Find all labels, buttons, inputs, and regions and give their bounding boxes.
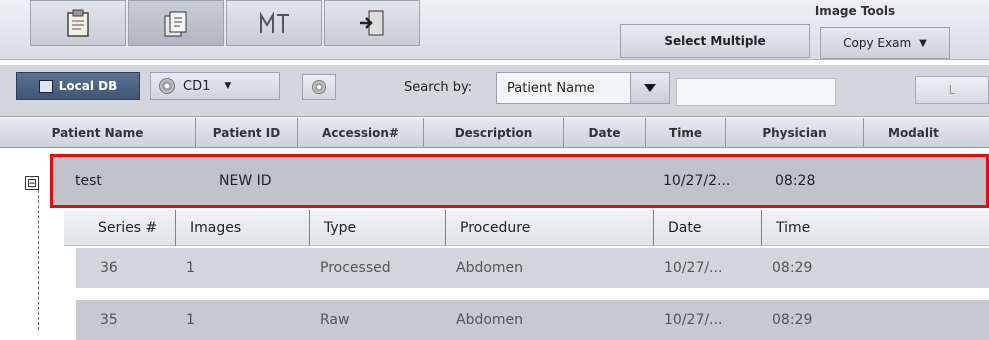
column-header-images[interactable]: Images xyxy=(176,210,310,246)
source-search-bar xyxy=(0,65,989,117)
patient-id-tool-button[interactable] xyxy=(226,0,322,46)
series-type: Processed xyxy=(320,260,391,276)
patient-table-header: Patient Name Patient ID Accession# Descr… xyxy=(0,118,989,148)
series-row[interactable]: 35 1 Raw Abdomen 10/27/... 08:29 xyxy=(76,300,989,340)
copy-exam-label: Copy Exam xyxy=(843,36,912,50)
column-header-physician[interactable]: Physician xyxy=(726,118,864,148)
column-header-modality[interactable]: Modalit xyxy=(864,118,989,148)
series-row[interactable]: 36 1 Processed Abdomen 10/27/... 08:29 xyxy=(76,248,989,288)
database-icon xyxy=(38,79,53,93)
export-tool-button[interactable] xyxy=(324,0,420,46)
collapse-icon[interactable]: ⊟ xyxy=(25,176,39,190)
clipboard-tool-button[interactable] xyxy=(30,0,126,46)
tree-connector xyxy=(38,180,39,330)
column-header-series-time[interactable]: Time xyxy=(762,210,989,246)
search-field-value: Patient Name xyxy=(507,80,595,96)
series-number: 35 xyxy=(100,312,118,328)
local-db-label: Local DB xyxy=(58,79,118,93)
truncated-button[interactable]: L xyxy=(915,76,989,104)
column-header-date[interactable]: Date xyxy=(564,118,646,148)
patient-row-selected[interactable]: test NEW ID 10/27/2... 08:28 xyxy=(50,154,989,208)
image-tools-label: Image Tools xyxy=(814,4,896,18)
series-type: Raw xyxy=(320,312,350,328)
patient-date: 10/27/2... xyxy=(663,173,731,189)
search-by-label: Search by: xyxy=(404,80,473,95)
copy-exam-dropdown[interactable]: Copy Exam ▼ xyxy=(820,27,950,59)
series-time: 08:29 xyxy=(772,260,813,276)
select-multiple-label: Select Multiple xyxy=(664,34,766,48)
dropdown-arrow-icon: ▼ xyxy=(919,37,927,49)
series-procedure: Abdomen xyxy=(456,312,524,328)
column-header-series-date[interactable]: Date xyxy=(654,210,762,246)
column-header-procedure[interactable]: Procedure xyxy=(446,210,654,246)
cd-label: CD1 xyxy=(183,78,211,94)
column-header-description[interactable]: Description xyxy=(424,118,564,148)
column-header-time[interactable]: Time xyxy=(646,118,726,148)
patient-time: 08:28 xyxy=(775,173,816,189)
column-header-patient-id[interactable]: Patient ID xyxy=(196,118,298,148)
cd-source-dropdown[interactable]: CD1 ▼ xyxy=(150,72,280,100)
column-header-accession[interactable]: Accession# xyxy=(298,118,424,148)
documents-tool-button[interactable] xyxy=(128,0,224,46)
series-table-header: Series # Images Type Procedure Date Time xyxy=(64,210,989,246)
clipboard-icon xyxy=(67,9,89,37)
patient-id-icon xyxy=(260,11,289,33)
patient-name: test xyxy=(75,173,102,189)
truncated-button-label: L xyxy=(948,83,956,97)
select-multiple-button[interactable]: Select Multiple xyxy=(620,24,810,58)
dropdown-arrow-icon xyxy=(630,73,669,103)
dropdown-arrow-icon: ▼ xyxy=(224,81,232,91)
series-date: 10/27/... xyxy=(664,312,723,328)
column-header-series-num[interactable]: Series # xyxy=(64,210,176,246)
series-number: 36 xyxy=(100,260,118,276)
cd-eject-button[interactable] xyxy=(302,74,336,100)
column-header-patient-name[interactable]: Patient Name xyxy=(0,118,196,148)
series-images: 1 xyxy=(186,312,195,328)
search-input[interactable] xyxy=(676,78,836,106)
patient-id: NEW ID xyxy=(219,173,272,189)
column-header-type[interactable]: Type xyxy=(310,210,446,246)
series-date: 10/27/... xyxy=(664,260,723,276)
series-procedure: Abdomen xyxy=(456,260,524,276)
local-db-button[interactable]: Local DB xyxy=(16,72,140,100)
export-door-icon xyxy=(360,10,384,36)
cd-disc-icon xyxy=(159,78,175,94)
series-time: 08:29 xyxy=(772,312,813,328)
search-field-select[interactable]: Patient Name xyxy=(496,72,670,104)
cd-icon xyxy=(312,80,326,94)
series-images: 1 xyxy=(186,260,195,276)
documents-icon xyxy=(164,11,187,37)
